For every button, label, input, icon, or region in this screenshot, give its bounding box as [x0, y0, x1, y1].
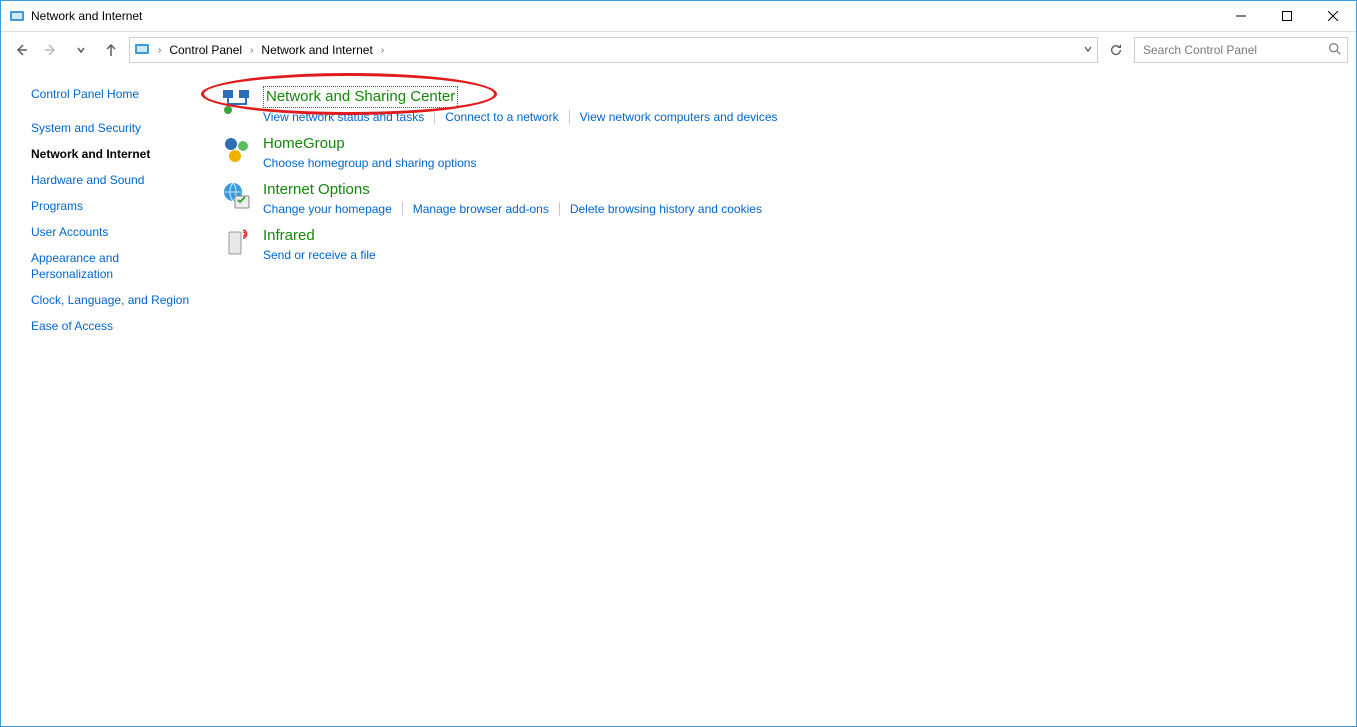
task-link[interactable]: Manage browser add-ons: [413, 202, 549, 216]
search-icon: [1328, 42, 1341, 58]
back-button[interactable]: [9, 38, 33, 62]
breadcrumb[interactable]: Control Panel: [169, 43, 242, 57]
separator: [569, 110, 570, 124]
task-link[interactable]: Choose homegroup and sharing options: [263, 156, 476, 170]
window-title: Network and Internet: [31, 9, 1218, 23]
sidebar-item-clock-language[interactable]: Clock, Language, and Region: [31, 292, 201, 308]
chevron-down-icon[interactable]: [1083, 43, 1093, 57]
sidebar-item-appearance[interactable]: Appearance and Personalization: [31, 250, 161, 282]
search-box[interactable]: [1134, 37, 1348, 63]
close-button[interactable]: [1310, 1, 1356, 31]
refresh-button[interactable]: [1104, 38, 1128, 62]
maximize-button[interactable]: [1264, 1, 1310, 31]
task-link[interactable]: Send or receive a file: [263, 248, 376, 262]
address-bar[interactable]: › Control Panel › Network and Internet ›: [129, 37, 1098, 63]
category-internet-options: Internet Options Change your homepage Ma…: [221, 180, 1336, 216]
task-link[interactable]: View network computers and devices: [580, 110, 778, 124]
window-controls: [1218, 1, 1356, 31]
homegroup-icon: [221, 134, 253, 166]
content-area: Control Panel Home System and Security N…: [1, 68, 1356, 727]
search-input[interactable]: [1141, 42, 1328, 58]
up-button[interactable]: [99, 38, 123, 62]
task-link[interactable]: Connect to a network: [445, 110, 558, 124]
sidebar-item-programs[interactable]: Programs: [31, 198, 201, 214]
titlebar: Network and Internet: [1, 1, 1356, 32]
task-link[interactable]: View network status and tasks: [263, 110, 424, 124]
breadcrumb[interactable]: Network and Internet: [261, 43, 372, 57]
separator: [402, 202, 403, 216]
infrared-icon: [221, 226, 253, 258]
sidebar-item-user-accounts[interactable]: User Accounts: [31, 224, 201, 240]
category-title[interactable]: Infrared: [263, 226, 376, 246]
main-panel: Network and Sharing Center View network …: [201, 68, 1356, 727]
category-infrared: Infrared Send or receive a file: [221, 226, 1336, 262]
forward-button[interactable]: [39, 38, 63, 62]
network-sharing-icon: [221, 86, 253, 118]
sidebar-item-ease-of-access[interactable]: Ease of Access: [31, 318, 201, 334]
task-link[interactable]: Change your homepage: [263, 202, 392, 216]
recent-locations-button[interactable]: [69, 38, 93, 62]
navbar: › Control Panel › Network and Internet ›: [1, 32, 1356, 68]
sidebar-item-network-internet[interactable]: Network and Internet: [31, 146, 201, 162]
task-link[interactable]: Delete browsing history and cookies: [570, 202, 762, 216]
sidebar-item-control-panel-home[interactable]: Control Panel Home: [31, 86, 201, 102]
category-title[interactable]: Network and Sharing Center: [263, 86, 458, 108]
category-title[interactable]: HomeGroup: [263, 134, 476, 154]
control-panel-icon: [134, 41, 150, 60]
control-panel-icon: [9, 8, 25, 24]
sidebar-item-hardware-sound[interactable]: Hardware and Sound: [31, 172, 201, 188]
separator: [434, 110, 435, 124]
category-homegroup: HomeGroup Choose homegroup and sharing o…: [221, 134, 1336, 170]
chevron-right-icon[interactable]: ›: [154, 45, 165, 56]
separator: [559, 202, 560, 216]
sidebar-item-system-security[interactable]: System and Security: [31, 120, 201, 136]
internet-options-icon: [221, 180, 253, 212]
minimize-button[interactable]: [1218, 1, 1264, 31]
category-network-sharing: Network and Sharing Center View network …: [221, 86, 1336, 124]
chevron-right-icon[interactable]: ›: [377, 45, 388, 56]
control-panel-window: Network and Internet › Control Panel › N…: [0, 0, 1357, 727]
sidebar: Control Panel Home System and Security N…: [1, 68, 201, 727]
category-title[interactable]: Internet Options: [263, 180, 762, 200]
chevron-right-icon[interactable]: ›: [246, 45, 257, 56]
